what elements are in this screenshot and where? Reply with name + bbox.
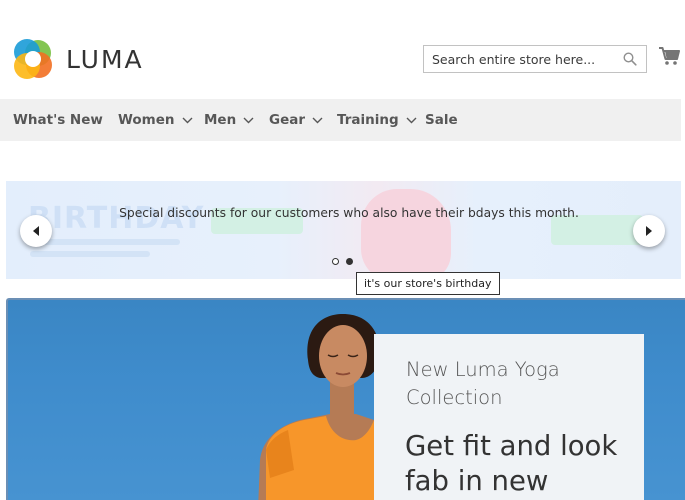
nav-item-label: Sale xyxy=(425,112,458,128)
nav-item-training[interactable]: Training xyxy=(337,99,417,141)
banner-background-art xyxy=(361,189,451,279)
luma-logo-icon xyxy=(14,39,52,79)
chevron-down-icon xyxy=(406,117,417,123)
yoga-model-image xyxy=(258,314,380,500)
luma-logo[interactable]: LUMA xyxy=(13,39,144,79)
search-icon[interactable] xyxy=(623,52,637,66)
banner-background-art xyxy=(30,251,150,257)
slider-prev-button[interactable] xyxy=(20,215,52,247)
nav-item-sale[interactable]: Sale xyxy=(425,99,458,141)
banner-caption: Special discounts for our customers who … xyxy=(119,206,579,220)
chevron-down-icon xyxy=(243,117,254,123)
birthday-banner-slide[interactable]: BIRTHDAY Special discounts for our custo… xyxy=(6,181,681,279)
chevron-down-icon xyxy=(312,117,323,123)
hero-banner[interactable]: New Luma Yoga Collection Get fit and loo… xyxy=(6,298,685,500)
nav-item-label: Men xyxy=(204,112,237,128)
nav-item-label: Women xyxy=(118,112,175,128)
slider-dot-tooltip: it's our store's birthday xyxy=(356,272,500,295)
nav-item-label: What's New xyxy=(13,112,103,128)
logo-text: LUMA xyxy=(66,44,144,74)
nav-item-label: Gear xyxy=(269,112,306,128)
caret-right-icon xyxy=(646,226,652,236)
nav-item-gear[interactable]: Gear xyxy=(269,99,323,141)
slider-dot-2[interactable] xyxy=(346,258,353,265)
chevron-down-icon xyxy=(182,117,193,123)
main-navigation: What's New Women Men Gear Training Sale xyxy=(0,99,681,141)
slider-dot-1[interactable] xyxy=(332,258,339,265)
cart-icon[interactable] xyxy=(658,46,680,66)
hero-text-panel: New Luma Yoga Collection Get fit and loo… xyxy=(374,334,644,500)
search-input[interactable] xyxy=(432,46,617,72)
nav-item-women[interactable]: Women xyxy=(118,99,193,141)
hero-subtitle: New Luma Yoga Collection xyxy=(406,358,560,409)
nav-item-label: Training xyxy=(337,112,399,128)
search-box[interactable] xyxy=(423,45,647,73)
nav-item-men[interactable]: Men xyxy=(204,99,254,141)
nav-item-whats-new[interactable]: What's New xyxy=(13,99,103,141)
caret-left-icon xyxy=(33,226,39,236)
hero-title: Get fit and look fab in new xyxy=(405,430,618,497)
slider-next-button[interactable] xyxy=(633,215,665,247)
banner-background-art xyxy=(30,239,180,245)
